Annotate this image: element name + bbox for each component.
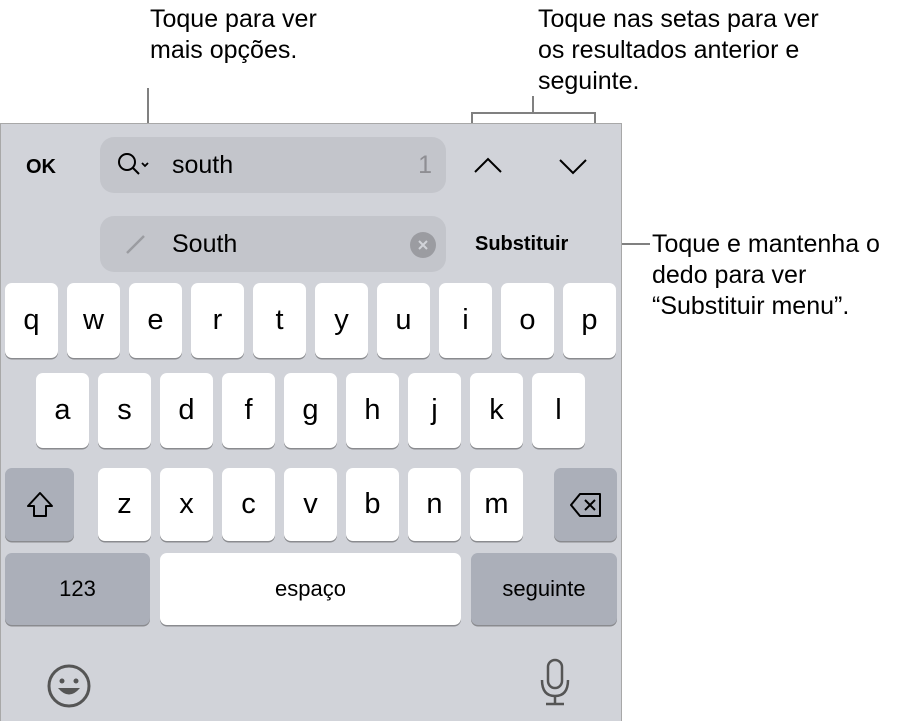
callout-line <box>532 96 534 113</box>
key-v[interactable]: v <box>284 468 337 541</box>
match-count: 1 <box>418 151 432 179</box>
key-o[interactable]: o <box>501 283 554 358</box>
key-d[interactable]: d <box>160 373 213 448</box>
key-m[interactable]: m <box>470 468 523 541</box>
key-y[interactable]: y <box>315 283 368 358</box>
delete-icon <box>569 492 601 517</box>
key-q[interactable]: q <box>5 283 58 358</box>
pencil-icon <box>126 235 145 254</box>
key-n[interactable]: n <box>408 468 461 541</box>
key-r[interactable]: r <box>191 283 244 358</box>
key-p[interactable]: p <box>563 283 616 358</box>
key-k[interactable]: k <box>470 373 523 448</box>
previous-result-icon[interactable] <box>473 155 503 175</box>
key-w[interactable]: w <box>67 283 120 358</box>
shift-key[interactable] <box>5 468 74 541</box>
delete-key[interactable] <box>554 468 617 541</box>
replace-button[interactable]: Substituir <box>475 233 568 256</box>
search-options-icon[interactable] <box>116 151 156 179</box>
key-j[interactable]: j <box>408 373 461 448</box>
key-f[interactable]: f <box>222 373 275 448</box>
next-result-icon[interactable] <box>558 157 588 177</box>
return-key[interactable]: seguinte <box>471 553 617 625</box>
key-t[interactable]: t <box>253 283 306 358</box>
key-c[interactable]: c <box>222 468 275 541</box>
done-button[interactable]: OK <box>26 156 56 179</box>
key-l[interactable]: l <box>532 373 585 448</box>
shift-icon <box>26 491 53 517</box>
emoji-icon[interactable] <box>46 663 92 709</box>
key-s[interactable]: s <box>98 373 151 448</box>
replace-field[interactable]: South <box>100 216 446 272</box>
key-b[interactable]: b <box>346 468 399 541</box>
key-u[interactable]: u <box>377 283 430 358</box>
key-x[interactable]: x <box>160 468 213 541</box>
key-a[interactable]: a <box>36 373 89 448</box>
search-field[interactable]: south 1 <box>100 137 446 193</box>
numbers-key[interactable]: 123 <box>5 553 150 625</box>
microphone-icon[interactable] <box>538 658 572 708</box>
key-i[interactable]: i <box>439 283 492 358</box>
search-input[interactable]: south <box>172 151 233 180</box>
annotation-arrows: Toque nas setas para ver os resultados a… <box>538 5 819 95</box>
annotation-more-options: Toque para ver mais opções. <box>150 5 317 64</box>
space-key[interactable]: espaço <box>160 553 461 625</box>
callout-bracket <box>471 112 596 114</box>
annotation-replace: Toque e mantenha o dedo para ver “Substi… <box>652 230 880 320</box>
key-z[interactable]: z <box>98 468 151 541</box>
replace-input[interactable]: South <box>172 230 237 259</box>
key-e[interactable]: e <box>129 283 182 358</box>
clear-icon[interactable] <box>410 232 436 258</box>
key-g[interactable]: g <box>284 373 337 448</box>
key-h[interactable]: h <box>346 373 399 448</box>
